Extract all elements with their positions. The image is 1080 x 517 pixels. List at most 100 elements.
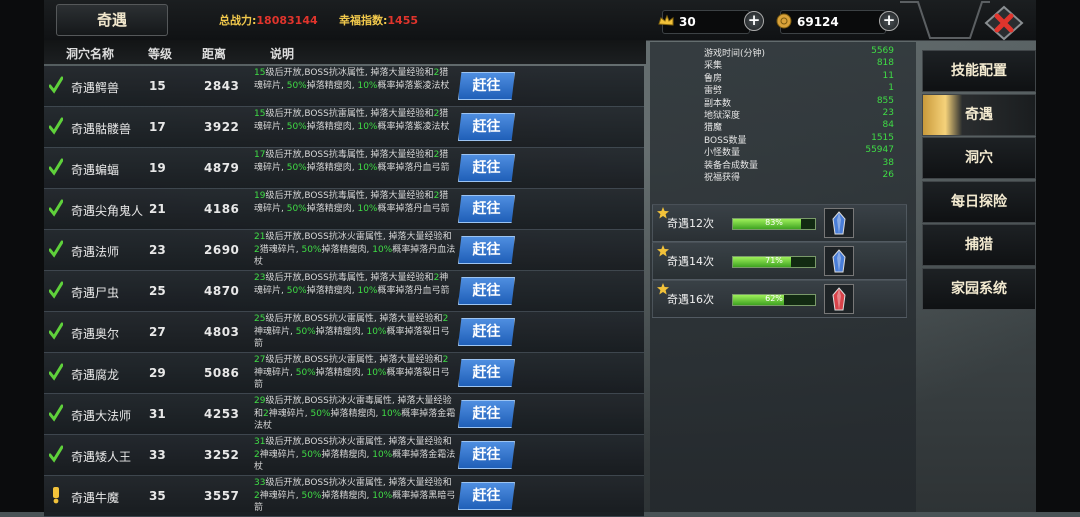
go-button[interactable]: 赶往 <box>458 277 515 305</box>
description-segment: 概率掉落紫凌法杖 <box>377 80 450 91</box>
cave-level: 33 <box>149 448 166 462</box>
stat-value: 23 <box>882 108 894 118</box>
add-coins-button[interactable]: + <box>879 11 899 31</box>
cave-description: 15级后开放,BOSS抗冰属性, 掉落大量经验和2猎魂碎片, 50%掉落精瘦肉,… <box>254 67 456 92</box>
cave-distance: 3557 <box>204 489 240 503</box>
cave-distance: 5086 <box>204 366 240 380</box>
happiness-label: 幸福指数: <box>339 14 388 27</box>
close-button[interactable] <box>982 5 1026 41</box>
stat-row: 鲁房 11 <box>704 71 894 84</box>
description-segment: 概率掉落丹血弓箭 <box>377 203 450 214</box>
progress-label: 奇遇12次 <box>667 217 714 230</box>
progress-percent: 62% <box>765 294 783 303</box>
go-button[interactable]: 赶往 <box>458 113 515 141</box>
menu-item[interactable]: 每日探险 <box>922 180 1036 223</box>
check-icon <box>49 76 63 94</box>
go-button[interactable]: 赶往 <box>458 482 515 510</box>
cave-distance: 4253 <box>204 407 240 421</box>
description-segment: 掉落精瘦肉, <box>321 244 373 255</box>
red-crystal-icon[interactable] <box>824 284 854 314</box>
description-segment: 级后开放,BOSS抗火雷属性, 掉落大量经验和 <box>265 314 443 324</box>
go-button[interactable]: 赶往 <box>458 72 515 100</box>
stat-row: 副本数 855 <box>704 95 894 109</box>
description-segment: 27 <box>254 355 266 365</box>
description-segment: 10% <box>366 367 387 378</box>
description-segment: 掉落精瘦肉, <box>321 490 373 501</box>
go-button[interactable]: 赶往 <box>458 441 515 469</box>
stat-value: 1 <box>888 83 894 94</box>
cave-name: 奇遇蝙蝠 <box>71 163 120 177</box>
gold-counter: 30 <box>658 10 750 34</box>
blue-crystal-icon[interactable] <box>824 208 854 238</box>
check-icon <box>49 404 63 422</box>
menu-item[interactable]: 家园系统 <box>922 267 1036 310</box>
alert-icon <box>53 487 59 504</box>
table-row: 奇遇奥尔 27 4803 25级后开放,BOSS抗火雷属性, 掉落大量经验和2 神魂碎片… <box>44 312 644 353</box>
description-segment: 50% <box>301 490 322 501</box>
description-segment: 概率掉落紫凌法杖 <box>377 121 450 132</box>
go-button[interactable]: 赶往 <box>458 400 515 428</box>
description-segment: 50% <box>295 326 316 337</box>
stat-row: 装备合成数量 38 <box>704 158 894 171</box>
stat-value: 855 <box>876 95 894 106</box>
progress-percent: 83% <box>765 218 783 227</box>
blue-crystal-icon[interactable] <box>824 246 854 276</box>
happiness-value: 1455 <box>387 14 419 27</box>
total-power: 总战力:18083144 <box>219 12 318 28</box>
description-segment: 50% <box>295 367 316 378</box>
menu-item[interactable]: 奇遇 <box>922 93 1036 136</box>
stat-label: BOSS数量 <box>704 135 747 146</box>
description-segment: 15 <box>254 109 266 119</box>
cave-distance: 4870 <box>204 284 240 298</box>
description-segment: 21 <box>254 232 266 242</box>
description-segment: 17 <box>254 150 266 160</box>
description-segment: 10% <box>372 449 393 460</box>
description-segment: 掉落精瘦肉, <box>306 162 358 173</box>
description-segment: 掉落精瘦肉, <box>330 408 382 419</box>
column-header: 洞穴名称 等级 距离 说明 <box>44 40 646 64</box>
menu-item[interactable]: 技能配置 <box>922 50 1036 92</box>
description-segment: 级后开放,BOSS抗冰火雷属性, 掉落大量经验和 <box>265 437 452 447</box>
description-segment: 级后开放,BOSS抗毒属性, 掉落大量经验和 <box>265 150 434 160</box>
go-button[interactable]: 赶往 <box>458 359 515 387</box>
table-row: 奇遇蝙蝠 19 4879 17级后开放,BOSS抗毒属性, 掉落大量经验和2猎魂碎片,… <box>44 148 644 189</box>
cave-level: 15 <box>149 79 166 93</box>
cave-level: 35 <box>149 489 166 503</box>
description-segment: 50% <box>286 162 307 173</box>
cave-description: 19级后开放,BOSS抗毒属性, 掉落大量经验和2猎魂碎片, 50%掉落精瘦肉,… <box>254 190 456 215</box>
description-segment: 神魂碎片, <box>259 449 302 460</box>
column-level: 等级 <box>148 47 173 61</box>
cave-description: 27级后开放,BOSS抗火雷属性, 掉落大量经验和2 神魂碎片, 50%掉落精瘦肉… <box>254 354 456 392</box>
stat-label: 猎魔 <box>704 123 723 134</box>
description-segment: 掉落精瘦肉, <box>315 367 367 378</box>
description-segment: 10% <box>357 121 378 132</box>
table-row: 奇遇尸虫 25 4870 23级后开放,BOSS抗毒属性, 掉落大量经验和2神魂碎片,… <box>44 271 644 312</box>
column-name: 洞穴名称 <box>66 47 115 61</box>
cave-level: 25 <box>149 284 166 298</box>
stat-value: 5569 <box>871 46 894 56</box>
description-segment: 级后开放,BOSS抗冰火雷属性, 掉落大量经验和 <box>265 478 452 488</box>
description-segment: 10% <box>357 285 378 296</box>
add-gold-button[interactable]: + <box>744 11 764 31</box>
description-segment: 级后开放,BOSS抗雷属性, 掉落大量经验和 <box>265 109 434 119</box>
go-button[interactable]: 赶往 <box>458 154 515 182</box>
menu-item[interactable]: 捕猎 <box>922 224 1036 266</box>
cave-name: 奇遇尖角鬼人 <box>71 204 144 218</box>
description-segment: 50% <box>310 408 331 419</box>
total-power-label: 总战力: <box>219 14 257 27</box>
go-button[interactable]: 赶往 <box>458 318 515 346</box>
description-segment: 神魂碎片, <box>268 408 311 419</box>
check-icon <box>49 240 63 258</box>
stat-label: 副本数 <box>704 98 732 109</box>
description-segment: 50% <box>286 203 307 214</box>
go-button[interactable]: 赶往 <box>458 195 515 223</box>
check-icon <box>49 322 63 340</box>
check-icon <box>49 445 63 463</box>
go-button[interactable]: 赶往 <box>458 236 515 264</box>
right-letterbox <box>1036 0 1080 512</box>
description-segment: 10% <box>372 490 393 501</box>
cave-distance: 3252 <box>204 448 240 462</box>
stat-row: 游戏时间(分钟) 5569 <box>704 46 894 59</box>
description-segment: 级后开放,BOSS抗毒属性, 掉落大量经验和 <box>265 191 434 201</box>
menu-item[interactable]: 洞穴 <box>922 137 1036 179</box>
